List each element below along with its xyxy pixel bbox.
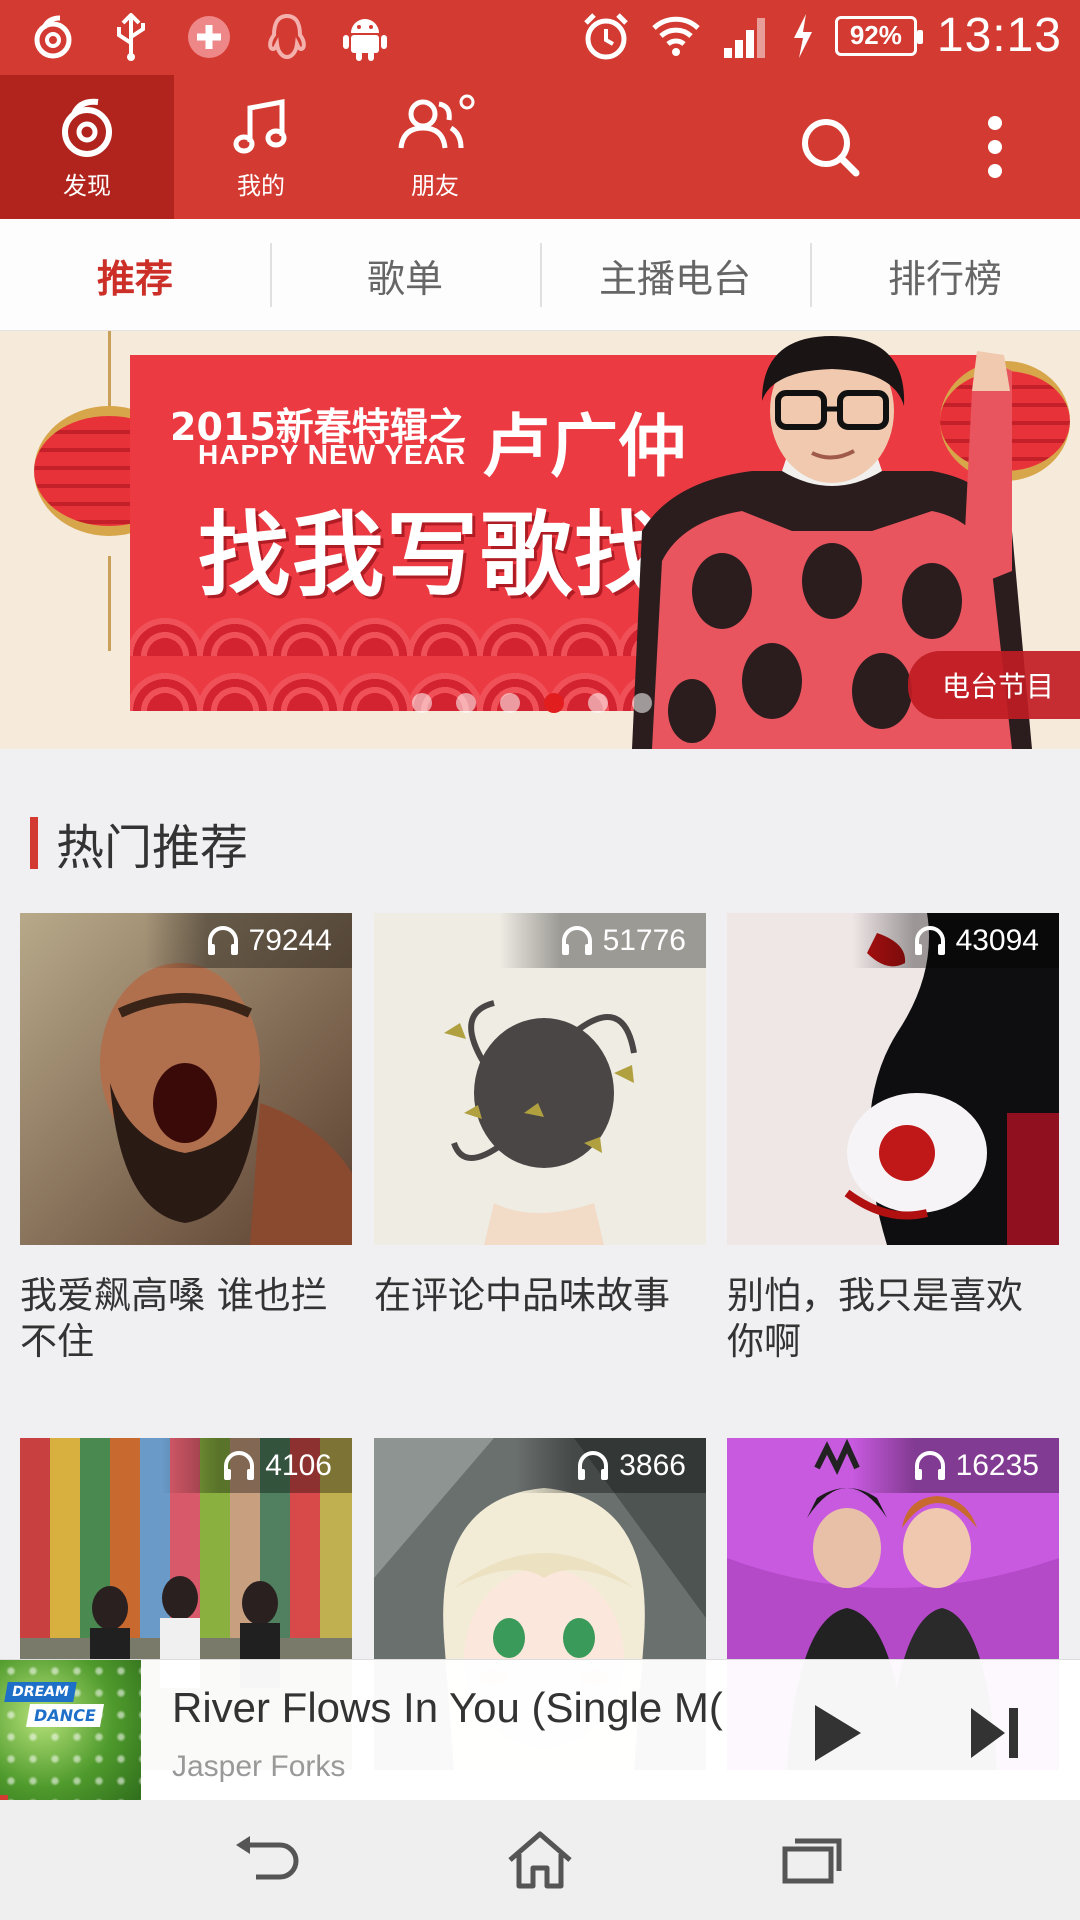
plus-app-icon <box>184 12 234 62</box>
music-note-icon <box>233 98 287 153</box>
section-title: 热门推荐 <box>56 820 249 876</box>
album-art-text: DANCE <box>25 1704 104 1727</box>
tab-discover[interactable]: 发现 <box>0 75 174 219</box>
play-count-value: 43094 <box>955 923 1039 957</box>
wifi-icon <box>651 11 701 61</box>
play-count-value: 16235 <box>955 1448 1039 1482</box>
playlist-title[interactable]: 别怕，我只是喜欢你啊 <box>727 1273 1059 1365</box>
subtab-radio[interactable]: 主播电台 <box>540 219 810 331</box>
banner-dot[interactable] <box>500 693 520 713</box>
subtab-playlists[interactable]: 歌单 <box>270 219 540 331</box>
netease-notification-icon <box>28 12 78 62</box>
back-icon <box>235 1836 299 1880</box>
mini-player[interactable]: DREAM DANCE River Flows In You (Single M… <box>0 1659 1080 1801</box>
playlist-cover[interactable]: 43094 <box>727 913 1059 1245</box>
banner-dot[interactable] <box>456 693 476 713</box>
play-count: 79244 <box>144 913 352 968</box>
banner-happy-new-year: HAPPY NEW YEAR <box>198 439 467 470</box>
battery-indicator: 92% <box>834 15 923 56</box>
playlist-cover[interactable]: 79244 <box>20 913 352 1245</box>
play-count-value: 51776 <box>602 923 686 957</box>
banner-dot[interactable] <box>632 693 652 713</box>
hot-recommend-header: 热门推荐 <box>30 808 248 878</box>
album-art[interactable]: DREAM DANCE <box>0 1660 141 1801</box>
headphones-icon <box>578 1450 609 1480</box>
play-button[interactable] <box>792 1688 882 1778</box>
recent-apps-button[interactable] <box>768 1815 858 1905</box>
recent-apps-icon <box>782 1838 842 1884</box>
usb-icon <box>106 12 156 62</box>
banner-dot[interactable] <box>412 693 432 713</box>
playlist-card[interactable]: 43094 别怕，我只是喜欢你啊 <box>727 913 1059 1365</box>
now-playing-title: River Flows In You (Single M( <box>172 1684 723 1731</box>
play-icon <box>815 1705 861 1761</box>
back-button[interactable] <box>222 1815 312 1905</box>
play-count-value: 4106 <box>265 1448 332 1482</box>
headphones-icon <box>914 1450 945 1480</box>
playlist-cover[interactable]: 51776 <box>374 913 706 1245</box>
tab-discover-label: 发现 <box>63 171 111 200</box>
album-art-text: DREAM <box>4 1682 77 1702</box>
system-navigation-bar <box>0 1800 1080 1920</box>
status-bar: 92% 13:13 <box>0 0 1080 75</box>
alarm-icon <box>581 11 631 61</box>
playlist-card[interactable]: 51776 在评论中品味故事 <box>374 913 706 1319</box>
play-count-value: 79244 <box>248 923 332 957</box>
headphones-icon <box>561 925 592 955</box>
next-track-button[interactable] <box>950 1688 1040 1778</box>
android-icon <box>340 12 390 62</box>
more-options-button[interactable] <box>950 75 1040 219</box>
top-navigation-bar: 发现 我的 朋友 <box>0 75 1080 219</box>
banner-pagination <box>412 693 652 713</box>
sub-tab-bar: 推荐 歌单 主播电台 排行榜 <box>0 219 1080 331</box>
tab-friends[interactable]: 朋友 <box>348 75 522 219</box>
home-button[interactable] <box>495 1815 585 1905</box>
now-playing-artist: Jasper Forks <box>172 1750 346 1783</box>
search-icon <box>802 119 860 177</box>
netease-music-icon <box>62 98 112 157</box>
playlist-title[interactable]: 我爱飙高嗓 谁也拦不住 <box>20 1273 352 1365</box>
section-accent-bar <box>30 817 38 869</box>
lantern-tassel <box>108 556 111 651</box>
headphones-icon <box>224 1450 255 1480</box>
play-count: 51776 <box>498 913 706 968</box>
tab-mine-label: 我的 <box>237 171 285 200</box>
play-count: 3866 <box>515 1438 706 1493</box>
play-count: 43094 <box>851 913 1059 968</box>
search-button[interactable] <box>780 75 880 219</box>
subtab-recommend[interactable]: 推荐 <box>0 219 270 331</box>
banner-dot[interactable] <box>588 693 608 713</box>
friends-icon <box>398 94 475 148</box>
headphones-icon <box>207 925 238 955</box>
play-count: 4106 <box>161 1438 352 1493</box>
banner-dot-active[interactable] <box>544 693 564 713</box>
headphones-icon <box>914 925 945 955</box>
promo-banner[interactable]: 2015新春特辑之 HAPPY NEW YEAR 卢广仲 找我写歌找我玩! 电台… <box>0 331 1080 749</box>
home-icon <box>508 1831 572 1889</box>
subtab-charts[interactable]: 排行榜 <box>810 219 1080 331</box>
banner-category-tag: 电台节目 <box>907 651 1080 719</box>
tab-mine[interactable]: 我的 <box>174 75 348 219</box>
qq-icon <box>262 12 312 62</box>
play-count-value: 3866 <box>619 1448 686 1482</box>
signal-icon <box>721 11 771 61</box>
tab-friends-label: 朋友 <box>411 171 459 200</box>
clock: 13:13 <box>936 9 1062 62</box>
play-count: 16235 <box>851 1438 1059 1493</box>
more-vertical-icon <box>988 116 1002 178</box>
charging-icon <box>791 11 815 61</box>
skip-next-icon <box>971 1708 1018 1758</box>
playlist-title[interactable]: 在评论中品味故事 <box>374 1273 706 1319</box>
playlist-card[interactable]: 79244 我爱飙高嗓 谁也拦不住 <box>20 913 352 1365</box>
lantern-string <box>108 331 111 411</box>
